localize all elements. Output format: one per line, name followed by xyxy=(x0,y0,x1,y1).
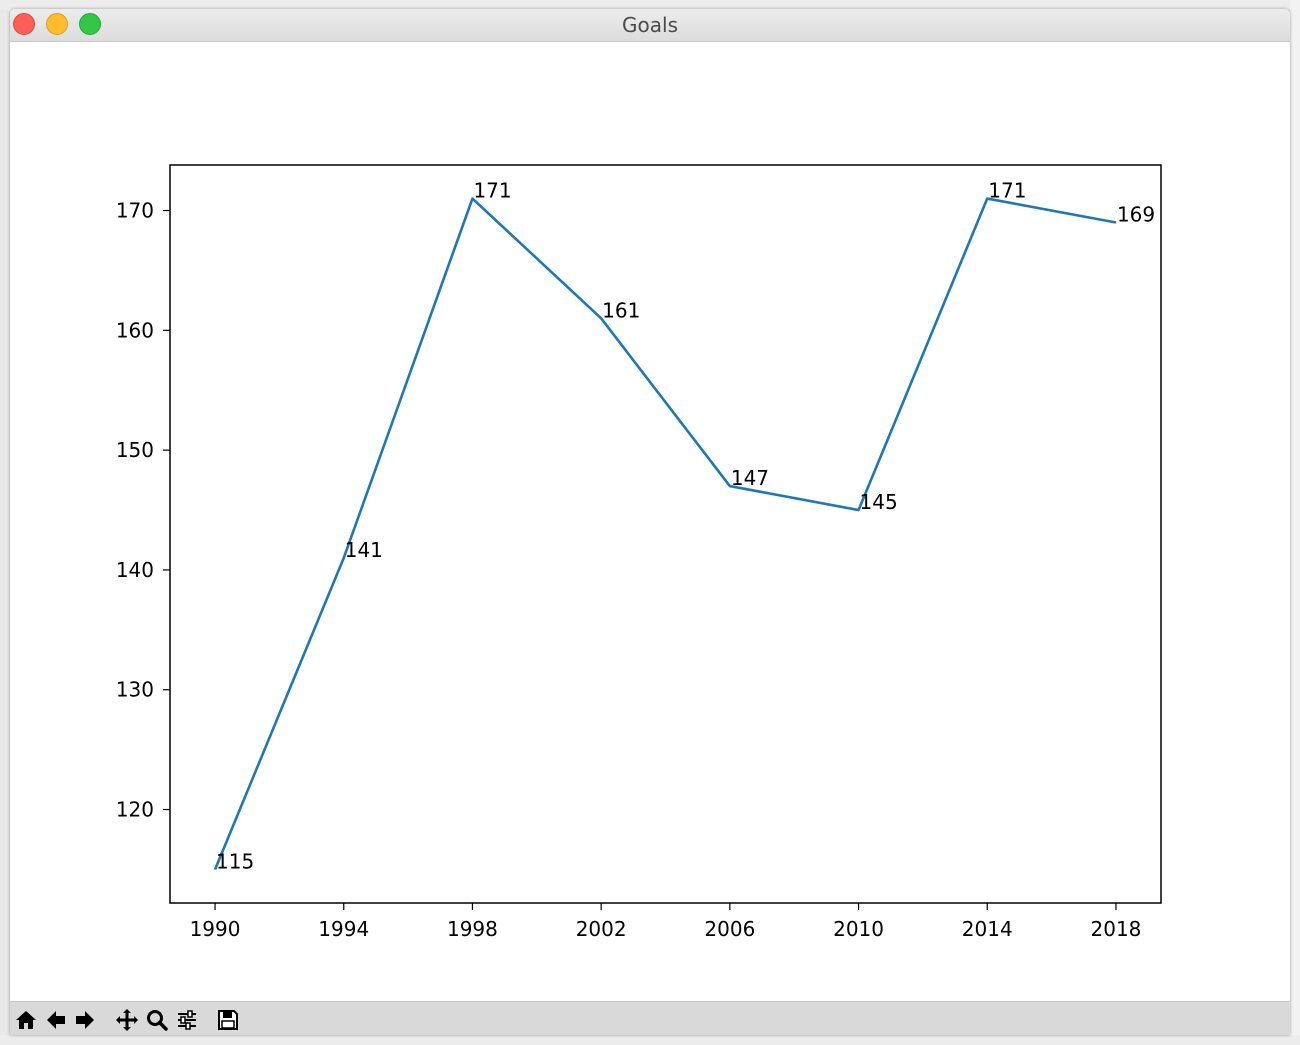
back-arrow-icon xyxy=(47,1011,65,1029)
x-tick-label: 2018 xyxy=(1091,917,1142,941)
data-label: 161 xyxy=(602,298,640,322)
data-label: 171 xyxy=(988,179,1026,203)
save-button[interactable] xyxy=(215,1007,241,1033)
pan-button[interactable] xyxy=(114,1007,140,1033)
back-button[interactable] xyxy=(43,1007,69,1033)
y-tick-label: 130 xyxy=(116,678,154,702)
data-label: 141 xyxy=(345,538,383,562)
x-tick-label: 2002 xyxy=(576,917,627,941)
zoom-icon xyxy=(147,1010,168,1031)
x-tick-label: 1998 xyxy=(447,917,498,941)
y-tick-label: 170 xyxy=(116,199,154,223)
figure-window: Goals 1990 1994 1998 2002 2006 2010 2014 2018 12… xyxy=(10,9,1290,1035)
series-line xyxy=(213,197,1117,870)
plot-area-frame xyxy=(169,164,1162,904)
x-tick-label: 2010 xyxy=(833,917,884,941)
save-icon xyxy=(218,1010,238,1030)
forward-arrow-icon xyxy=(76,1011,94,1029)
y-tick-label: 160 xyxy=(116,318,154,342)
x-tick-label: 2014 xyxy=(962,917,1013,941)
home-icon xyxy=(16,1011,36,1029)
configure-subplots-icon xyxy=(178,1010,196,1030)
line-chart[interactable]: 1990 1994 1998 2002 2006 2010 2014 2018 120 130 14… xyxy=(10,41,1290,1001)
desktop-background-right xyxy=(1290,0,1300,1045)
data-label: 147 xyxy=(731,466,769,490)
y-tick-label: 120 xyxy=(116,798,154,822)
configure-subplots-button[interactable] xyxy=(174,1007,200,1033)
data-label: 169 xyxy=(1117,203,1155,227)
window-title: Goals xyxy=(622,13,678,37)
x-tick-label: 1994 xyxy=(318,917,369,941)
y-tick-label: 140 xyxy=(116,558,154,582)
data-label: 145 xyxy=(860,490,898,514)
data-label: 171 xyxy=(473,179,511,203)
forward-button[interactable] xyxy=(72,1007,98,1033)
pan-icon xyxy=(116,1009,138,1031)
window-titlebar[interactable]: Goals xyxy=(10,9,1290,42)
y-tick-label: 150 xyxy=(116,438,154,462)
home-button[interactable] xyxy=(13,1007,39,1033)
navigation-toolbar xyxy=(10,1001,1290,1035)
x-tick-label: 2006 xyxy=(704,917,755,941)
desktop-background-bottom xyxy=(0,1035,1300,1045)
zoom-button[interactable] xyxy=(144,1007,170,1033)
x-tick-label: 1990 xyxy=(190,917,241,941)
data-label: 115 xyxy=(216,849,254,873)
